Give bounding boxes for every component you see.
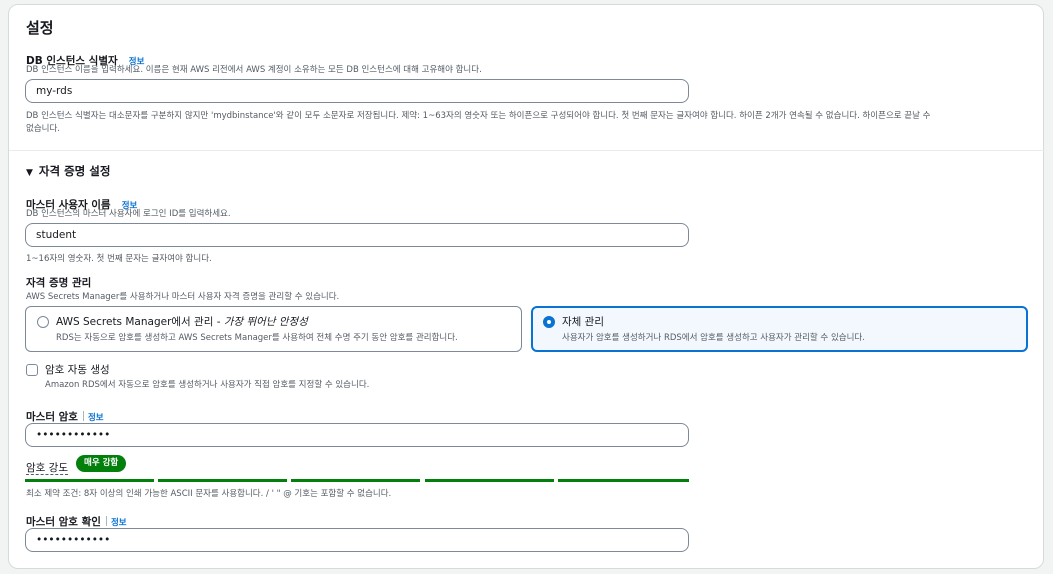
self-managed-radio[interactable] [543, 316, 555, 328]
master-password-constraint: 최소 제약 조건: 8자 이상의 인쇄 가능한 ASCII 문자를 사용합니다.… [26, 489, 392, 499]
self-managed-option[interactable]: 자체 관리 사용자가 암호를 생성하거나 RDS에서 암호를 생성하고 사용자가… [531, 306, 1028, 352]
master-username-constraint: 1~16자의 영숫자. 첫 번째 문자는 글자여야 합니다. [26, 254, 212, 264]
strength-bar-segment [558, 479, 689, 482]
db-identifier-description: DB 인스턴스 이름을 입력하세요. 이름은 현재 AWS 리전에서 AWS 계… [26, 65, 482, 75]
label-separator [82, 410, 84, 421]
master-username-description: DB 인스턴스의 마스터 사용자에 로그인 ID를 입력하세요. [26, 209, 231, 219]
credentials-title: 자격 증명 설정 [38, 164, 111, 178]
db-identifier-constraint-cont: 없습니다. [26, 124, 60, 134]
master-password-info-link[interactable]: 정보 [88, 413, 104, 423]
secrets-manager-title-row: AWS Secrets Manager에서 관리 - 가장 뛰어난 안정성 [56, 314, 308, 329]
strength-bar-segment [425, 479, 554, 482]
confirm-password-label: 마스터 암호 확인 [26, 516, 101, 528]
label-separator [105, 515, 107, 526]
caret-down-icon: ▼ [26, 168, 33, 178]
strength-bar-segment [158, 479, 287, 482]
password-strength-label-wrap: 암호 강도 [26, 456, 68, 475]
section-title: 설정 [26, 19, 54, 37]
password-strength-badge: 매우 강함 [76, 455, 127, 472]
section-divider [9, 150, 1045, 151]
settings-panel: 설정 DB 인스턴스 식별자 정보 DB 인스턴스 이름을 입력하세요. 이름은… [8, 4, 1045, 569]
secrets-manager-radio[interactable] [37, 316, 49, 328]
confirm-password-label-row: 마스터 암호 확인 정보 [26, 510, 127, 529]
db-identifier-constraint: DB 인스턴스 식별자는 대소문자를 구분하지 않지만 'mydbinstanc… [26, 111, 931, 121]
confirm-password-input[interactable]: •••••••••••• [25, 528, 689, 552]
strength-bar-segment [291, 479, 420, 482]
master-password-label: 마스터 암호 [26, 411, 78, 423]
master-password-label-row: 마스터 암호 정보 [26, 405, 104, 424]
master-username-input[interactable]: student [25, 223, 689, 247]
password-strength-label: 암호 강도 [26, 462, 68, 475]
secrets-manager-emphasis: 가장 뛰어난 안정성 [223, 316, 308, 328]
strength-bar-segment [25, 479, 154, 482]
self-managed-description: 사용자가 암호를 생성하거나 RDS에서 암호를 생성하고 사용자가 관리할 수… [562, 333, 865, 343]
confirm-password-info-link[interactable]: 정보 [111, 518, 127, 528]
credentials-toggle[interactable]: ▼ 자격 증명 설정 [26, 163, 110, 179]
secrets-manager-description: RDS는 자동으로 암호를 생성하고 AWS Secrets Manager를 … [56, 333, 458, 343]
auto-generate-description: Amazon RDS에서 자동으로 암호를 생성하거나 사용자가 직접 암호를 … [45, 380, 370, 390]
auto-generate-label: 암호 자동 생성 [45, 364, 110, 376]
self-managed-title: 자체 관리 [562, 316, 604, 328]
credential-management-description: AWS Secrets Manager를 사용하거나 마스터 사용자 자격 증명… [26, 292, 340, 302]
credential-management-label: 자격 증명 관리 [26, 277, 92, 289]
auto-generate-checkbox[interactable] [26, 364, 38, 376]
secrets-manager-title: AWS Secrets Manager에서 관리 - [56, 316, 224, 328]
db-identifier-input[interactable]: my-rds [25, 79, 689, 103]
master-password-input[interactable]: •••••••••••• [25, 423, 689, 447]
secrets-manager-option[interactable]: AWS Secrets Manager에서 관리 - 가장 뛰어난 안정성 RD… [25, 306, 522, 352]
